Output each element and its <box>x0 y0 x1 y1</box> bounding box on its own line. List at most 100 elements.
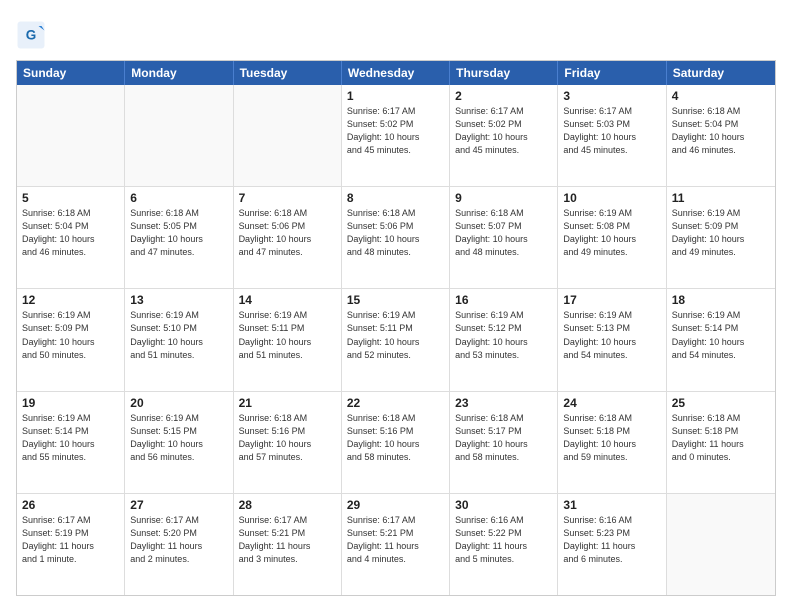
calendar-cell: 19 Sunrise: 6:19 AM Sunset: 5:14 PM Dayli… <box>17 392 125 493</box>
day-number: 8 <box>347 191 444 205</box>
calendar-row: 19 Sunrise: 6:19 AM Sunset: 5:14 PM Dayli… <box>17 392 775 494</box>
calendar-cell: 5 Sunrise: 6:18 AM Sunset: 5:04 PM Daylig… <box>17 187 125 288</box>
calendar-cell: 7 Sunrise: 6:18 AM Sunset: 5:06 PM Daylig… <box>234 187 342 288</box>
day-number: 22 <box>347 396 444 410</box>
calendar-cell: 9 Sunrise: 6:18 AM Sunset: 5:07 PM Daylig… <box>450 187 558 288</box>
day-info: Sunrise: 6:18 AM Sunset: 5:06 PM Dayligh… <box>239 207 336 259</box>
day-info: Sunrise: 6:16 AM Sunset: 5:23 PM Dayligh… <box>563 514 660 566</box>
day-info: Sunrise: 6:19 AM Sunset: 5:11 PM Dayligh… <box>347 309 444 361</box>
day-info: Sunrise: 6:19 AM Sunset: 5:09 PM Dayligh… <box>22 309 119 361</box>
header-day: Sunday <box>17 61 125 85</box>
day-info: Sunrise: 6:19 AM Sunset: 5:09 PM Dayligh… <box>672 207 770 259</box>
calendar-cell <box>234 85 342 186</box>
day-number: 21 <box>239 396 336 410</box>
header-day: Thursday <box>450 61 558 85</box>
logo-icon: G <box>16 20 46 50</box>
day-info: Sunrise: 6:18 AM Sunset: 5:04 PM Dayligh… <box>22 207 119 259</box>
day-number: 24 <box>563 396 660 410</box>
day-info: Sunrise: 6:19 AM Sunset: 5:15 PM Dayligh… <box>130 412 227 464</box>
calendar-cell: 18 Sunrise: 6:19 AM Sunset: 5:14 PM Dayli… <box>667 289 775 390</box>
calendar-cell: 14Sunrise: 6:19 AM Sunset: 5:11 PM Dayli… <box>234 289 342 390</box>
day-info: Sunrise: 6:19 AM Sunset: 5:13 PM Dayligh… <box>563 309 660 361</box>
day-number: 5 <box>22 191 119 205</box>
calendar-cell <box>125 85 233 186</box>
calendar-cell: 27Sunrise: 6:17 AM Sunset: 5:20 PM Dayli… <box>125 494 233 595</box>
day-number: 16 <box>455 293 552 307</box>
calendar-row: 12 Sunrise: 6:19 AM Sunset: 5:09 PM Dayli… <box>17 289 775 391</box>
calendar-cell: 28 Sunrise: 6:17 AM Sunset: 5:21 PM Dayli… <box>234 494 342 595</box>
calendar-cell: 2Sunrise: 6:17 AM Sunset: 5:02 PM Daylig… <box>450 85 558 186</box>
day-info: Sunrise: 6:19 AM Sunset: 5:11 PM Dayligh… <box>239 309 336 361</box>
calendar-row: 26 Sunrise: 6:17 AM Sunset: 5:19 PM Dayli… <box>17 494 775 595</box>
day-info: Sunrise: 6:17 AM Sunset: 5:19 PM Dayligh… <box>22 514 119 566</box>
day-number: 19 <box>22 396 119 410</box>
calendar-cell: 24 Sunrise: 6:18 AM Sunset: 5:18 PM Dayli… <box>558 392 666 493</box>
day-number: 25 <box>672 396 770 410</box>
day-info: Sunrise: 6:19 AM Sunset: 5:14 PM Dayligh… <box>22 412 119 464</box>
header-day: Friday <box>558 61 666 85</box>
day-number: 20 <box>130 396 227 410</box>
calendar-cell: 6Sunrise: 6:18 AM Sunset: 5:05 PM Daylig… <box>125 187 233 288</box>
day-info: Sunrise: 6:18 AM Sunset: 5:04 PM Dayligh… <box>672 105 770 157</box>
day-info: Sunrise: 6:19 AM Sunset: 5:10 PM Dayligh… <box>130 309 227 361</box>
page: G SundayMondayTuesdayWednesdayThursdayFr… <box>0 0 792 612</box>
header-day: Monday <box>125 61 233 85</box>
day-info: Sunrise: 6:18 AM Sunset: 5:17 PM Dayligh… <box>455 412 552 464</box>
calendar-cell: 12 Sunrise: 6:19 AM Sunset: 5:09 PM Dayli… <box>17 289 125 390</box>
day-info: Sunrise: 6:17 AM Sunset: 5:02 PM Dayligh… <box>347 105 444 157</box>
day-info: Sunrise: 6:18 AM Sunset: 5:07 PM Dayligh… <box>455 207 552 259</box>
day-number: 26 <box>22 498 119 512</box>
day-info: Sunrise: 6:18 AM Sunset: 5:18 PM Dayligh… <box>563 412 660 464</box>
day-info: Sunrise: 6:17 AM Sunset: 5:20 PM Dayligh… <box>130 514 227 566</box>
header-day: Saturday <box>667 61 775 85</box>
calendar-cell: 22 Sunrise: 6:18 AM Sunset: 5:16 PM Dayli… <box>342 392 450 493</box>
calendar-cell: 4 Sunrise: 6:18 AM Sunset: 5:04 PM Daylig… <box>667 85 775 186</box>
day-info: Sunrise: 6:19 AM Sunset: 5:14 PM Dayligh… <box>672 309 770 361</box>
calendar-cell <box>667 494 775 595</box>
day-info: Sunrise: 6:18 AM Sunset: 5:06 PM Dayligh… <box>347 207 444 259</box>
calendar-cell: 3 Sunrise: 6:17 AM Sunset: 5:03 PM Daylig… <box>558 85 666 186</box>
day-number: 17 <box>563 293 660 307</box>
logo: G <box>16 20 50 50</box>
day-number: 28 <box>239 498 336 512</box>
day-info: Sunrise: 6:19 AM Sunset: 5:12 PM Dayligh… <box>455 309 552 361</box>
calendar-cell: 1 Sunrise: 6:17 AM Sunset: 5:02 PM Daylig… <box>342 85 450 186</box>
day-info: Sunrise: 6:19 AM Sunset: 5:08 PM Dayligh… <box>563 207 660 259</box>
day-number: 7 <box>239 191 336 205</box>
day-number: 31 <box>563 498 660 512</box>
header-day: Tuesday <box>234 61 342 85</box>
calendar-cell <box>17 85 125 186</box>
calendar-cell: 8 Sunrise: 6:18 AM Sunset: 5:06 PM Daylig… <box>342 187 450 288</box>
day-info: Sunrise: 6:18 AM Sunset: 5:18 PM Dayligh… <box>672 412 770 464</box>
day-info: Sunrise: 6:18 AM Sunset: 5:16 PM Dayligh… <box>347 412 444 464</box>
calendar-cell: 11Sunrise: 6:19 AM Sunset: 5:09 PM Dayli… <box>667 187 775 288</box>
header-day: Wednesday <box>342 61 450 85</box>
calendar-cell: 26 Sunrise: 6:17 AM Sunset: 5:19 PM Dayli… <box>17 494 125 595</box>
day-number: 23 <box>455 396 552 410</box>
calendar-cell: 17 Sunrise: 6:19 AM Sunset: 5:13 PM Dayli… <box>558 289 666 390</box>
calendar-cell: 20 Sunrise: 6:19 AM Sunset: 5:15 PM Dayli… <box>125 392 233 493</box>
day-number: 3 <box>563 89 660 103</box>
day-number: 12 <box>22 293 119 307</box>
day-number: 13 <box>130 293 227 307</box>
day-number: 29 <box>347 498 444 512</box>
day-number: 15 <box>347 293 444 307</box>
day-number: 4 <box>672 89 770 103</box>
svg-text:G: G <box>26 28 37 43</box>
day-info: Sunrise: 6:18 AM Sunset: 5:16 PM Dayligh… <box>239 412 336 464</box>
calendar-row: 1 Sunrise: 6:17 AM Sunset: 5:02 PM Daylig… <box>17 85 775 187</box>
day-info: Sunrise: 6:17 AM Sunset: 5:21 PM Dayligh… <box>239 514 336 566</box>
calendar-cell: 15 Sunrise: 6:19 AM Sunset: 5:11 PM Dayli… <box>342 289 450 390</box>
day-info: Sunrise: 6:17 AM Sunset: 5:21 PM Dayligh… <box>347 514 444 566</box>
calendar-cell: 31 Sunrise: 6:16 AM Sunset: 5:23 PM Dayli… <box>558 494 666 595</box>
calendar-cell: 10Sunrise: 6:19 AM Sunset: 5:08 PM Dayli… <box>558 187 666 288</box>
day-number: 9 <box>455 191 552 205</box>
day-info: Sunrise: 6:17 AM Sunset: 5:02 PM Dayligh… <box>455 105 552 157</box>
day-info: Sunrise: 6:17 AM Sunset: 5:03 PM Dayligh… <box>563 105 660 157</box>
calendar-cell: 23 Sunrise: 6:18 AM Sunset: 5:17 PM Dayli… <box>450 392 558 493</box>
day-info: Sunrise: 6:16 AM Sunset: 5:22 PM Dayligh… <box>455 514 552 566</box>
calendar-row: 5 Sunrise: 6:18 AM Sunset: 5:04 PM Daylig… <box>17 187 775 289</box>
day-number: 18 <box>672 293 770 307</box>
calendar-cell: 30Sunrise: 6:16 AM Sunset: 5:22 PM Dayli… <box>450 494 558 595</box>
day-number: 1 <box>347 89 444 103</box>
